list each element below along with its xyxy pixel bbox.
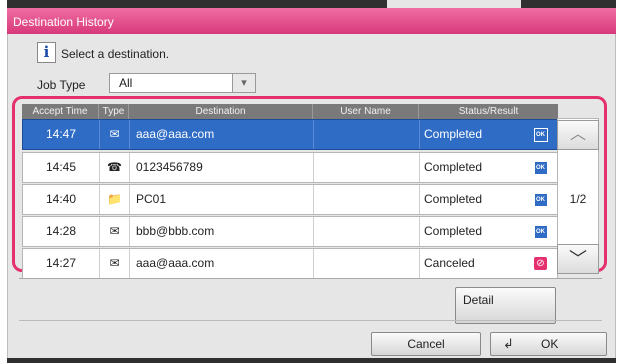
row-destination: 0123456789 <box>129 153 313 182</box>
row-status: Canceled <box>419 249 524 278</box>
row-status-icon-cell: OK <box>524 120 557 149</box>
row-user-name <box>313 185 419 214</box>
row-destination: PC01 <box>129 185 313 214</box>
table-header: Accept Time Type Destination User Name S… <box>22 104 558 120</box>
scroll-up-button[interactable]: ︿ <box>557 120 599 150</box>
row-status-icon-cell: OK <box>524 185 557 214</box>
email-icon: ✉ <box>109 256 120 270</box>
row-status: Completed <box>419 120 524 149</box>
folder-icon: 📁 <box>107 192 122 206</box>
column-header-accept-time: Accept Time <box>32 106 88 117</box>
row-user-name <box>313 217 419 246</box>
job-type-label: Job Type <box>37 78 86 92</box>
email-icon: ✉ <box>109 127 120 141</box>
row-type: ✉ <box>99 120 129 149</box>
row-user-name <box>313 120 419 149</box>
divider <box>19 278 602 279</box>
canceled-icon: ⊘ <box>534 257 547 270</box>
email-icon: ✉ <box>109 224 120 238</box>
prompt-text: Select a destination. <box>61 47 170 61</box>
top-bezel-gap <box>387 0 521 8</box>
table-row[interactable]: 14:40 📁 PC01 Completed OK <box>22 184 558 215</box>
row-destination: aaa@aaa.com <box>129 120 313 149</box>
row-status: Completed <box>419 153 524 182</box>
row-time: 14:40 <box>45 192 77 206</box>
ok-button[interactable]: ↲ OK <box>490 332 607 356</box>
chevron-down-icon: ﹀ <box>569 249 587 269</box>
table-row[interactable]: 14:28 ✉ bbb@bbb.com Completed OK <box>22 216 558 247</box>
column-header-status: Status/Result <box>418 104 558 120</box>
fax-icon: ☎ <box>107 160 122 174</box>
job-type-value: All <box>119 76 133 90</box>
row-status-icon-cell: ⊘ <box>524 249 557 278</box>
chevron-up-icon: ︿ <box>569 126 586 143</box>
chevron-down-icon[interactable]: ▾ <box>232 74 255 92</box>
row-destination: aaa@aaa.com <box>129 249 313 278</box>
ok-icon: OK <box>533 128 548 142</box>
row-time: 14:47 <box>45 127 77 141</box>
row-status-icon-cell: OK <box>524 217 557 246</box>
row-status-icon-cell: OK <box>524 153 557 182</box>
scroll-down-button[interactable]: ﹀ <box>557 244 599 274</box>
row-user-name <box>313 249 419 278</box>
page-indicator: 1/2 <box>569 192 587 206</box>
bottom-bezel <box>7 358 616 363</box>
info-icon: i <box>37 42 56 63</box>
ok-icon: OK <box>533 225 548 239</box>
table-row[interactable]: 14:45 ☎ 0123456789 Completed OK <box>22 152 558 183</box>
column-header-destination: Destination <box>128 104 312 120</box>
row-time: 14:45 <box>45 160 77 174</box>
column-header-type: Type <box>98 104 128 120</box>
enter-icon: ↲ <box>503 336 514 351</box>
row-type: ✉ <box>99 249 129 278</box>
cancel-button[interactable]: Cancel <box>371 332 481 356</box>
window-title: Destination History <box>13 15 114 29</box>
table-row[interactable]: 14:47 ✉ aaa@aaa.com Completed OK <box>22 119 558 150</box>
column-header-user-name: User Name <box>312 104 418 120</box>
ok-icon: OK <box>533 193 548 207</box>
divider-bottom <box>19 320 602 321</box>
row-status: Completed <box>419 217 524 246</box>
top-bezel <box>7 0 616 8</box>
job-type-select[interactable]: All ▾ <box>109 73 256 93</box>
ok-icon: OK <box>533 161 548 175</box>
row-time: 14:28 <box>45 224 77 238</box>
table-row[interactable]: 14:27 ✉ aaa@aaa.com Canceled ⊘ <box>22 248 558 279</box>
row-user-name <box>313 153 419 182</box>
row-time: 14:27 <box>45 256 77 270</box>
detail-button[interactable]: Detail <box>455 287 556 324</box>
row-type: ✉ <box>99 217 129 246</box>
ok-button-label: OK <box>541 337 559 351</box>
row-type: 📁 <box>99 185 129 214</box>
row-status: Completed <box>419 185 524 214</box>
row-destination: bbb@bbb.com <box>129 217 313 246</box>
row-type: ☎ <box>99 153 129 182</box>
title-bar: Destination History <box>7 8 616 34</box>
